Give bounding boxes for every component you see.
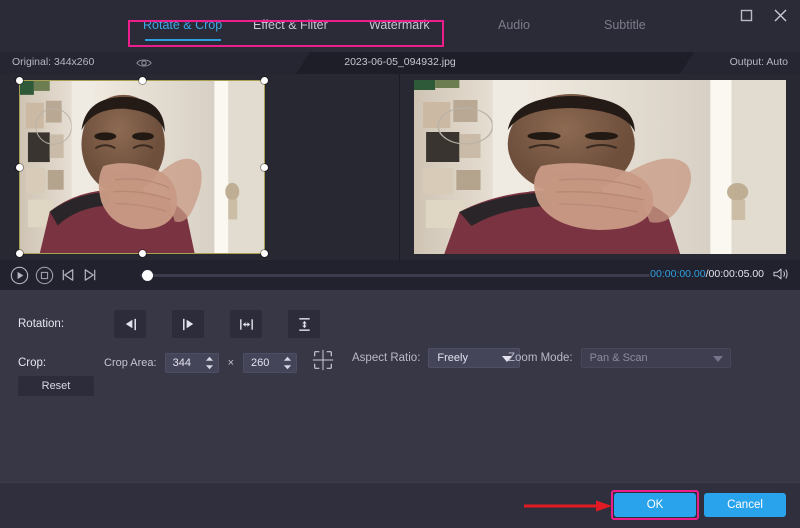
output-image xyxy=(414,80,786,254)
stop-circle-icon[interactable] xyxy=(35,266,54,285)
crop-multiply-symbol: × xyxy=(228,357,234,369)
zoom-mode-label: Zoom Mode: xyxy=(508,352,573,364)
info-bar: Original: 344x260 2023-06-05_094932.jpg … xyxy=(0,52,800,74)
rotate-right-button[interactable] xyxy=(172,310,204,338)
settings-panel: Rotation: Crop: Crop Area: 344 xyxy=(0,290,800,482)
flip-vertical-button[interactable] xyxy=(288,310,320,338)
crop-row: Crop: Crop Area: 344 × 260 xyxy=(18,348,335,377)
aspect-ratio-label: Aspect Ratio: xyxy=(352,352,420,364)
volume-icon[interactable] xyxy=(772,267,790,286)
tab-label: Subtitle xyxy=(604,18,646,32)
source-preview-pane[interactable] xyxy=(0,74,400,260)
time-display: 00:00:00.00/00:00:05.00 xyxy=(650,268,764,280)
crop-width-input[interactable]: 344 xyxy=(165,353,219,373)
crop-handle-n[interactable] xyxy=(139,77,146,84)
rotation-label: Rotation: xyxy=(18,318,104,330)
crop-height-input[interactable]: 260 xyxy=(243,353,297,373)
tab-rotate-crop[interactable]: Rotate & Crop xyxy=(143,18,222,41)
crop-area-label: Crop Area: xyxy=(104,357,157,369)
red-pointer-arrow xyxy=(524,500,612,512)
zoom-mode-row: Zoom Mode: Pan & Scan xyxy=(508,348,731,368)
flip-horizontal-button[interactable] xyxy=(230,310,262,338)
tab-subtitle[interactable]: Subtitle xyxy=(604,18,646,41)
rotation-row: Rotation: xyxy=(18,310,320,338)
output-preview-pane[interactable] xyxy=(400,74,800,260)
crop-height-value: 260 xyxy=(251,357,269,369)
title-bar: Rotate & Crop Effect & Filter Watermark … xyxy=(0,0,800,52)
cancel-button[interactable]: Cancel xyxy=(704,493,786,517)
filename-label: 2023-06-05_094932.jpg xyxy=(0,56,800,68)
source-image xyxy=(20,81,264,253)
crop-handle-s[interactable] xyxy=(139,250,146,257)
ok-button[interactable]: OK xyxy=(614,493,696,517)
player-bar: 00:00:00.00/00:00:05.00 xyxy=(0,260,800,290)
crop-center-icon[interactable] xyxy=(311,348,335,377)
previous-frame-icon[interactable] xyxy=(60,267,76,283)
tab-effect-filter[interactable]: Effect & Filter xyxy=(253,18,328,41)
reset-button[interactable]: Reset xyxy=(18,376,94,396)
tab-label: Rotate & Crop xyxy=(143,18,222,32)
next-frame-icon[interactable] xyxy=(82,267,98,283)
tab-watermark[interactable]: Watermark xyxy=(369,18,430,41)
aspect-ratio-row: Aspect Ratio: Freely xyxy=(352,348,520,368)
crop-handle-ne[interactable] xyxy=(261,77,268,84)
crop-width-stepper[interactable] xyxy=(205,356,214,370)
seek-slider-handle[interactable] xyxy=(142,270,153,281)
total-time: 00:00:05.00 xyxy=(709,268,764,280)
tab-label: Audio xyxy=(498,18,530,32)
tab-label: Watermark xyxy=(369,18,430,32)
crop-handle-e[interactable] xyxy=(261,164,268,171)
video-editor-window: Rotate & Crop Effect & Filter Watermark … xyxy=(0,0,800,528)
crop-handle-w[interactable] xyxy=(16,164,23,171)
tab-active-underline xyxy=(145,39,221,42)
tab-label: Effect & Filter xyxy=(253,18,328,32)
aspect-ratio-select[interactable]: Freely xyxy=(428,348,520,368)
footer-bar: OK Cancel xyxy=(0,482,800,528)
crop-label: Crop: xyxy=(18,357,104,369)
preview-area xyxy=(0,74,800,260)
crop-handle-sw[interactable] xyxy=(16,250,23,257)
play-circle-icon[interactable] xyxy=(10,266,29,285)
chevron-down-icon xyxy=(713,356,723,362)
crop-width-value: 344 xyxy=(173,357,191,369)
crop-selection-box[interactable] xyxy=(19,80,265,254)
crop-handle-nw[interactable] xyxy=(16,77,23,84)
rotate-left-button[interactable] xyxy=(114,310,146,338)
current-time: 00:00:00.00 xyxy=(650,268,705,280)
crop-height-stepper[interactable] xyxy=(283,356,292,370)
tab-audio[interactable]: Audio xyxy=(498,18,530,41)
output-label: Output: Auto xyxy=(730,56,788,68)
zoom-mode-value: Pan & Scan xyxy=(590,352,648,364)
crop-handle-se[interactable] xyxy=(261,250,268,257)
zoom-mode-select[interactable]: Pan & Scan xyxy=(581,348,731,368)
seek-slider[interactable] xyxy=(140,274,650,277)
tab-bar: Rotate & Crop Effect & Filter Watermark … xyxy=(0,18,800,52)
aspect-ratio-value: Freely xyxy=(437,352,468,364)
rotation-buttons xyxy=(114,310,320,338)
